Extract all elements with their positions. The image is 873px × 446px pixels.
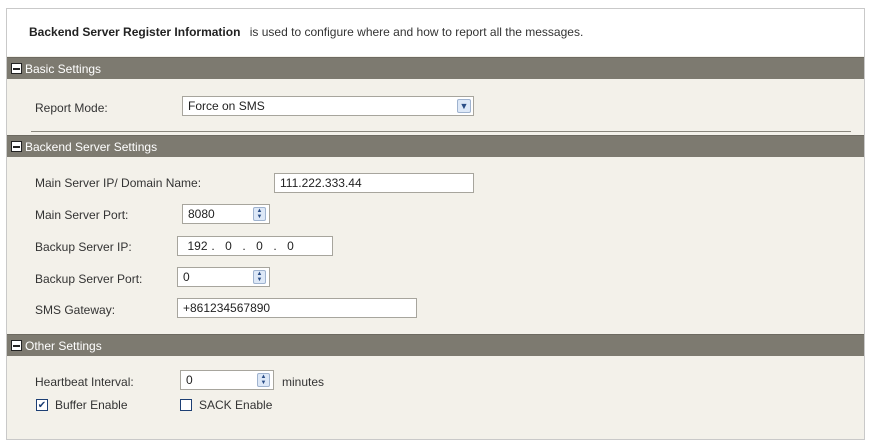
minus-box-icon[interactable] xyxy=(11,340,22,351)
ip-octet[interactable]: 192 xyxy=(184,239,211,253)
backup-ip-input[interactable]: 192 . 0 . 0 . 0 xyxy=(177,236,333,256)
section-title-other: Other Settings xyxy=(25,338,102,353)
report-mode-value: Force on SMS xyxy=(188,99,265,113)
report-mode-row: Report Mode: xyxy=(35,101,108,115)
backup-port-stepper[interactable]: 0 ▲ ▼ xyxy=(177,267,270,287)
heartbeat-value: 0 xyxy=(186,373,193,387)
heartbeat-row: Heartbeat Interval: xyxy=(35,375,134,389)
heartbeat-unit: minutes xyxy=(282,375,325,389)
backup-port-label: Backup Server Port: xyxy=(35,272,143,286)
sack-enable-label[interactable]: SACK Enable xyxy=(199,398,272,412)
sms-gateway-label: SMS Gateway: xyxy=(35,303,116,317)
divider xyxy=(31,131,851,132)
report-mode-label: Report Mode: xyxy=(35,101,108,115)
ip-octet[interactable]: 0 xyxy=(246,239,273,253)
sms-gateway-row: SMS Gateway: xyxy=(35,303,115,317)
spinner-arrows-icon[interactable]: ▲ ▼ xyxy=(253,207,266,221)
buffer-enable-row[interactable]: ✔ Buffer Enable xyxy=(36,398,128,412)
main-ip-row: Main Server IP/ Domain Name: xyxy=(35,176,201,190)
intro-banner: Backend Server Register Information is u… xyxy=(7,9,864,56)
main-port-row: Main Server Port: xyxy=(35,208,128,222)
backup-ip-label: Backup Server IP: xyxy=(35,240,132,254)
heartbeat-stepper[interactable]: 0 ▲ ▼ xyxy=(180,370,274,390)
backup-port-row: Backup Server Port: xyxy=(35,272,142,286)
section-header-backend[interactable]: Backend Server Settings xyxy=(7,135,864,157)
main-port-value: 8080 xyxy=(188,207,215,221)
intro-title: Backend Server Register Information xyxy=(29,25,241,39)
main-ip-value: 111.222.333.44 xyxy=(280,176,362,190)
ip-octet[interactable]: 0 xyxy=(277,239,304,253)
report-mode-select[interactable]: Force on SMS ▼ xyxy=(182,96,474,116)
main-ip-input[interactable]: 111.222.333.44 xyxy=(274,173,474,193)
checkmark-icon: ✔ xyxy=(37,399,47,411)
sack-enable-row[interactable]: SACK Enable xyxy=(180,398,272,412)
settings-panel: Backend Server Register Information is u… xyxy=(6,8,865,440)
sms-gateway-value: +861234567890 xyxy=(183,301,271,315)
spinner-arrows-icon[interactable]: ▲ ▼ xyxy=(253,270,266,284)
minus-box-icon[interactable] xyxy=(11,63,22,74)
main-port-label: Main Server Port: xyxy=(35,208,129,222)
sack-enable-checkbox[interactable] xyxy=(180,399,192,411)
buffer-enable-label[interactable]: Buffer Enable xyxy=(55,398,128,412)
sms-gateway-input[interactable]: +861234567890 xyxy=(177,298,417,318)
section-title-basic: Basic Settings xyxy=(25,61,102,76)
section-header-basic[interactable]: Basic Settings xyxy=(7,57,864,79)
minus-box-icon[interactable] xyxy=(11,141,22,152)
ip-octet[interactable]: 0 xyxy=(215,239,242,253)
section-title-backend: Backend Server Settings xyxy=(25,139,158,154)
backup-port-value: 0 xyxy=(183,270,190,284)
section-header-other[interactable]: Other Settings xyxy=(7,334,864,356)
chevron-down-icon[interactable]: ▼ xyxy=(457,99,471,113)
main-ip-label: Main Server IP/ Domain Name: xyxy=(35,176,202,190)
main-port-stepper[interactable]: 8080 ▲ ▼ xyxy=(182,204,270,224)
spinner-arrows-icon[interactable]: ▲ ▼ xyxy=(257,373,270,387)
heartbeat-label: Heartbeat Interval: xyxy=(35,375,134,389)
backup-ip-row: Backup Server IP: xyxy=(35,240,132,254)
buffer-enable-checkbox[interactable]: ✔ xyxy=(36,399,48,411)
heartbeat-unit-row: minutes xyxy=(282,375,324,389)
intro-description: is used to configure where and how to re… xyxy=(249,25,584,39)
